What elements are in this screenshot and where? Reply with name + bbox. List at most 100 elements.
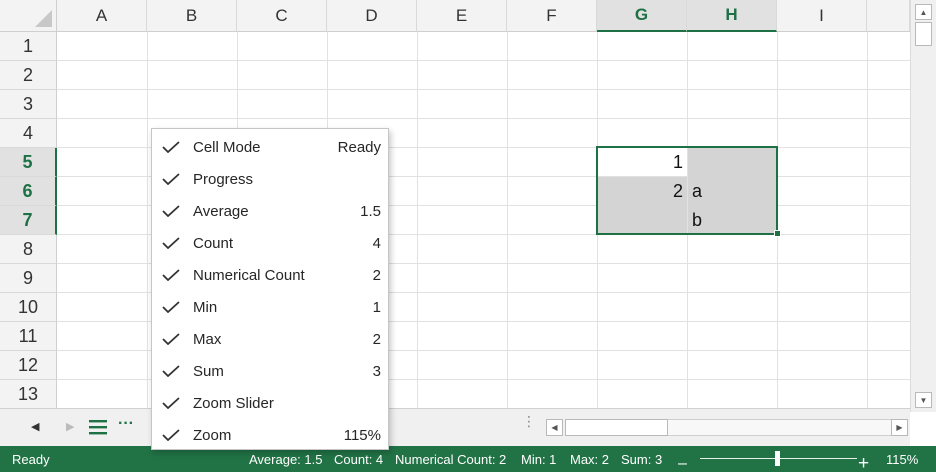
menu-item-progress[interactable]: Progress	[152, 163, 388, 195]
row-header-4[interactable]: 4	[0, 119, 57, 148]
menu-item-value: 115%	[343, 427, 381, 444]
menu-item-value: 3	[372, 363, 381, 380]
column-header-c[interactable]: C	[237, 0, 327, 32]
triangle-down-icon: ▼	[919, 395, 928, 405]
scroll-left-button[interactable]: ◀	[546, 419, 563, 436]
triangle-right-icon: ▶	[66, 421, 75, 433]
row-header-10[interactable]: 10	[0, 293, 57, 322]
column-header-f[interactable]: F	[507, 0, 597, 32]
plus-icon: +	[858, 453, 870, 472]
zoom-level[interactable]: 115%	[886, 452, 918, 467]
column-header-h[interactable]: H	[687, 0, 777, 32]
column-header-d[interactable]: D	[327, 0, 417, 32]
gridline-horizontal	[57, 89, 910, 90]
row-header-12[interactable]: 12	[0, 351, 57, 380]
row-header-8[interactable]: 8	[0, 235, 57, 264]
menu-item-cell-mode[interactable]: Cell Mode Ready	[152, 131, 388, 163]
menu-item-label: Numerical Count	[193, 267, 305, 284]
more-sheets-button[interactable]: ···	[118, 415, 134, 433]
checkmark-icon	[162, 429, 180, 441]
row-header-11[interactable]: 11	[0, 322, 57, 351]
hamburger-menu-icon	[89, 420, 107, 435]
menu-item-average[interactable]: Average 1.5	[152, 195, 388, 227]
status-bar[interactable]: Ready Average: 1.5 Count: 4 Numerical Co…	[0, 446, 936, 472]
triangle-right-icon: ▶	[896, 423, 903, 432]
select-all-triangle-icon	[35, 10, 52, 27]
sheet-next-button[interactable]: ▶	[66, 420, 74, 433]
column-header-g[interactable]: G	[597, 0, 687, 32]
scroll-down-button[interactable]: ▼	[915, 392, 932, 408]
menu-item-value: 4	[372, 235, 381, 252]
status-average[interactable]: Average: 1.5	[249, 452, 322, 467]
menu-item-label: Zoom Slider	[193, 395, 274, 412]
fill-handle[interactable]	[774, 230, 781, 237]
checkmark-icon	[162, 173, 180, 185]
vertical-scroll-thumb[interactable]	[915, 22, 932, 46]
menu-item-max[interactable]: Max 2	[152, 323, 388, 355]
worksheet-grid[interactable]: A B C D E F G H I 1 2 3 4 5 6 7 8 9 10 1…	[0, 0, 910, 408]
ellipsis-icon: ···	[118, 415, 134, 432]
checkmark-icon	[162, 141, 180, 153]
checkmark-icon	[162, 237, 180, 249]
menu-item-label: Min	[193, 299, 218, 316]
zoom-slider-thumb[interactable]	[775, 451, 780, 466]
menu-item-value: 1	[372, 299, 381, 316]
select-all-corner[interactable]	[0, 0, 57, 32]
column-header-e[interactable]: E	[417, 0, 507, 32]
column-header-b[interactable]: B	[147, 0, 237, 32]
status-sum[interactable]: Sum: 3	[621, 452, 662, 467]
scroll-up-button[interactable]: ▲	[915, 4, 932, 20]
column-header-a[interactable]: A	[57, 0, 147, 32]
row-header-6[interactable]: 6	[0, 177, 57, 206]
status-max[interactable]: Max: 2	[570, 452, 609, 467]
horizontal-scroll-thumb[interactable]	[565, 419, 668, 436]
menu-item-count[interactable]: Count 4	[152, 227, 388, 259]
status-numerical-count[interactable]: Numerical Count: 2	[395, 452, 506, 467]
row-header-7[interactable]: 7	[0, 206, 57, 235]
row-header-9[interactable]: 9	[0, 264, 57, 293]
menu-item-sum[interactable]: Sum 3	[152, 355, 388, 387]
menu-item-min[interactable]: Min 1	[152, 291, 388, 323]
menu-item-label: Cell Mode	[193, 139, 261, 156]
menu-item-label: Zoom	[193, 427, 232, 444]
menu-item-value: 2	[372, 267, 381, 284]
triangle-left-icon: ◀	[31, 421, 40, 433]
all-sheets-button[interactable]	[88, 418, 108, 440]
status-count[interactable]: Count: 4	[334, 452, 383, 467]
selection-range-border	[596, 146, 778, 235]
scroll-right-button[interactable]: ▶	[891, 419, 908, 436]
menu-item-value: 2	[372, 331, 381, 348]
menu-item-label: Sum	[193, 363, 224, 380]
vertical-scrollbar[interactable]: ▲ ▼	[910, 0, 936, 412]
row-header-2[interactable]: 2	[0, 61, 57, 90]
status-min[interactable]: Min: 1	[521, 452, 556, 467]
menu-item-value: Ready	[337, 139, 381, 156]
status-mode: Ready	[12, 452, 50, 467]
checkmark-icon	[162, 397, 180, 409]
column-header-j[interactable]	[867, 0, 910, 32]
minus-icon: –	[678, 455, 687, 472]
checkmark-icon	[162, 205, 180, 217]
column-header-i[interactable]: I	[777, 0, 867, 32]
row-header-5[interactable]: 5	[0, 148, 57, 177]
sheet-prev-button[interactable]: ◀	[31, 420, 39, 433]
menu-item-numerical-count[interactable]: Numerical Count 2	[152, 259, 388, 291]
menu-item-label: Progress	[193, 171, 254, 188]
menu-item-label: Average	[193, 203, 249, 220]
tab-split-handle[interactable]: ⋮	[522, 414, 536, 428]
triangle-up-icon: ▲	[919, 7, 928, 17]
menu-item-label: Count	[193, 235, 234, 252]
row-header-13[interactable]: 13	[0, 380, 57, 408]
checkmark-icon	[162, 365, 180, 377]
checkmark-icon	[162, 301, 180, 313]
checkmark-icon	[162, 269, 180, 281]
row-header-3[interactable]: 3	[0, 90, 57, 119]
horizontal-scrollbar[interactable]	[565, 419, 891, 436]
row-header-1[interactable]: 1	[0, 32, 57, 61]
menu-item-zoom[interactable]: Zoom 115%	[152, 419, 388, 451]
menu-item-zoom-slider[interactable]: Zoom Slider	[152, 387, 388, 419]
menu-item-label: Max	[193, 331, 222, 348]
status-bar-customize-menu: Cell Mode Ready Progress Average 1.5 Count 4 Nu…	[151, 128, 389, 450]
checkmark-icon	[162, 333, 180, 345]
sheet-tab-bar: ◀ ▶ ··· ⋮ ◀ ▶	[0, 408, 910, 446]
